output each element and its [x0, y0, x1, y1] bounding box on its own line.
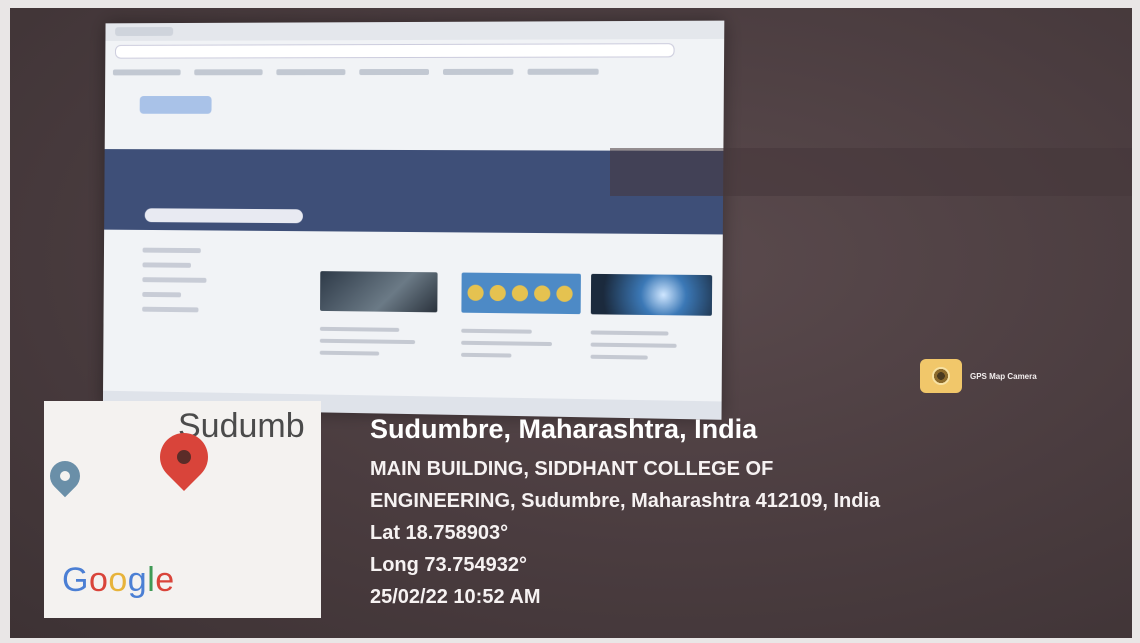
longitude: Long 73.754932°	[370, 554, 527, 576]
card-text-3	[590, 330, 703, 368]
map-thumbnail: Sudumb Google	[44, 401, 321, 618]
site-logo	[139, 96, 212, 114]
browser-tab	[115, 26, 174, 37]
address-bar	[114, 43, 675, 59]
location-title: Sudumbre, Maharashtra, India	[370, 414, 758, 444]
laptop-screen	[102, 20, 725, 420]
bookmarks-bar	[112, 61, 712, 76]
latitude: Lat 18.758903°	[370, 522, 509, 544]
address-line-2: ENGINEERING, Sudumbre, Maharashtra 41210…	[370, 490, 881, 512]
shadow-band	[610, 148, 1132, 196]
browser-tab-strip	[105, 20, 725, 42]
camera-app-icon	[920, 359, 962, 393]
timestamp: 25/02/22 10:52 AM	[370, 586, 541, 608]
map-pin-secondary-icon	[44, 454, 87, 498]
app-name-label: GPS Map Camera	[970, 371, 1037, 381]
location-info: Sudumbre, Maharashtra, India MAIN BUILDI…	[370, 414, 880, 613]
google-logo: Google	[62, 561, 175, 599]
content-card-image-3	[590, 273, 713, 316]
site-sidebar	[142, 247, 221, 367]
photo: GPS Map Camera Sudumb Google Sudumbre, M…	[10, 8, 1132, 638]
app-watermark: GPS Map Camera	[920, 359, 1037, 393]
content-card-image-2	[461, 272, 581, 315]
site-search-box	[144, 208, 303, 224]
card-text-2	[461, 328, 572, 367]
content-card-image-1	[320, 271, 438, 313]
card-text-1	[319, 326, 430, 365]
address-line-1: MAIN BUILDING, SIDDHANT COLLEGE OF	[370, 458, 774, 480]
